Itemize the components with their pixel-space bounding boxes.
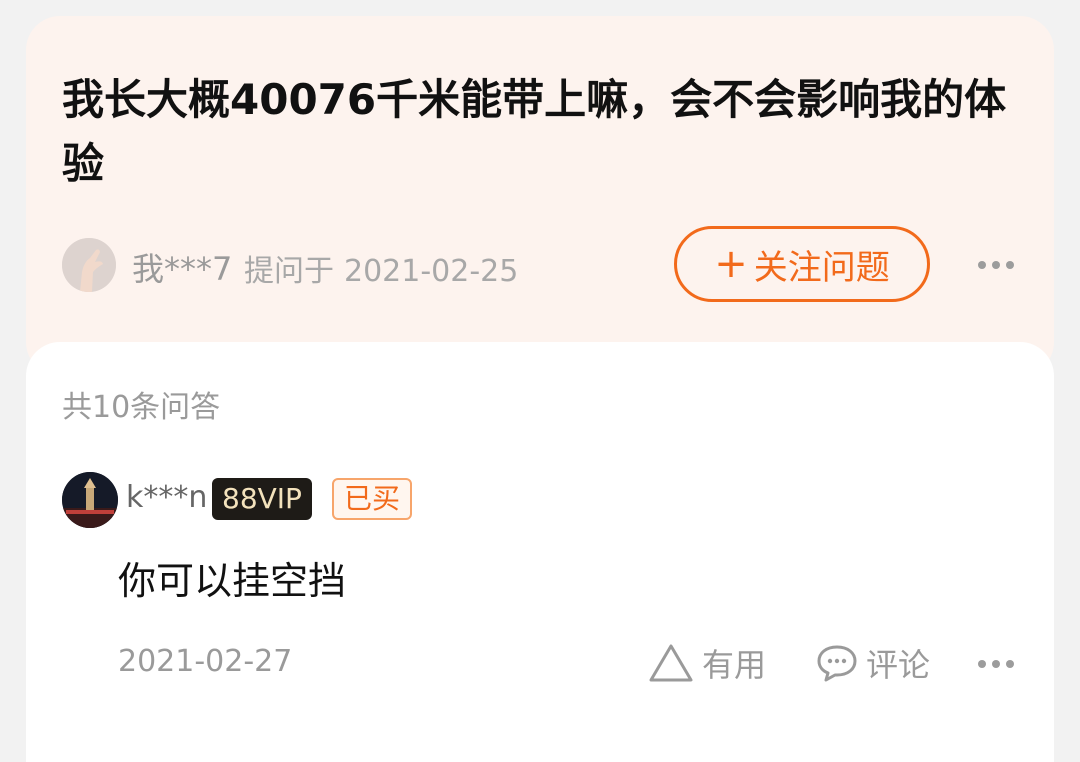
night-tower-avatar-image	[62, 472, 118, 528]
asked-date: 2021-02-25	[344, 254, 519, 289]
asker-avatar[interactable]	[62, 238, 116, 292]
answerer-avatar[interactable]	[62, 472, 118, 528]
vip-badge: 88VIP	[212, 478, 312, 520]
comment-label: 评论	[866, 646, 931, 684]
answer-more-icon[interactable]	[978, 660, 1014, 668]
question-title: 我长大概40076千米能带上嘛，会不会影响我的体验	[62, 75, 1007, 188]
question-card: 我长大概40076千米能带上嘛，会不会影响我的体验 我***7 提问于 2021-…	[26, 16, 1054, 376]
question-more-icon[interactable]	[978, 261, 1014, 269]
useful-label: 有用	[702, 646, 767, 684]
answerer-name[interactable]: k***n	[126, 480, 207, 515]
answer-text: 你可以挂空挡	[118, 559, 347, 603]
asked-meta: 提问于 2021-02-25	[244, 246, 528, 290]
hand-gesture-avatar-image	[62, 238, 116, 292]
asked-label: 提问于	[244, 254, 334, 289]
bought-badge: 已买	[332, 478, 413, 520]
answer-date: 2021-02-27	[118, 644, 293, 679]
triangle-icon	[649, 644, 693, 682]
plus-icon: +	[714, 241, 748, 287]
follow-button-label: 关注问题	[753, 247, 890, 288]
answers-card: 共10条问答 k***n 88VIP 已买 你可以挂空挡 2021-02-27 …	[26, 342, 1054, 762]
useful-button[interactable]: 有用	[648, 640, 766, 686]
comment-bubble-icon	[817, 645, 857, 682]
answers-count: 共10条问答	[62, 390, 221, 425]
asker-name[interactable]: 我***7	[132, 244, 232, 290]
follow-question-button[interactable]: + 关注问题	[674, 226, 930, 302]
comment-button[interactable]: 评论	[816, 640, 930, 686]
